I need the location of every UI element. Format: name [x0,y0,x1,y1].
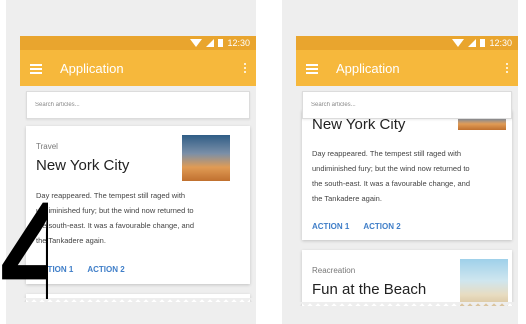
action-1-button[interactable]: ACTION 1 [312,222,349,231]
article-card[interactable]: New York City Day reappeared. The tempes… [302,110,512,240]
signal-icon [206,39,215,47]
search-input[interactable] [35,102,249,108]
menu-icon[interactable] [30,63,42,74]
action-2-button[interactable]: ACTION 2 [363,222,400,231]
card-body-line: undiminished fury; but the wind now retu… [312,164,470,173]
status-bar: 12:30 [296,36,518,50]
search-input[interactable] [311,102,511,108]
search-bar[interactable] [26,91,250,119]
article-card[interactable]: Reacreation Fun at the Beach [302,250,512,310]
card-thumbnail [460,259,508,307]
panel-footer [282,306,518,324]
card-body: Day reappeared. The tempest still raged … [36,188,246,248]
more-vert-icon[interactable] [506,63,508,73]
card-actions: ACTION 1 ACTION 2 [312,222,401,231]
card-title: Fun at the Beach [312,281,427,298]
card-body-line: undiminished fury; but the wind now retu… [36,206,194,215]
card-body-line: Day reappeared. The tempest still raged … [312,149,462,158]
status-bar: 12:30 [20,36,256,50]
app-bar: Application [296,50,518,86]
step-number: 4 [0,196,48,306]
menu-icon[interactable] [306,63,318,74]
card-body: Day reappeared. The tempest still raged … [312,146,512,206]
wifi-icon [190,39,203,47]
action-2-button[interactable]: ACTION 2 [87,265,124,274]
card-body-line: the Tankadere again. [312,194,382,203]
app-bar: Application [20,50,256,86]
status-time: 12:30 [227,38,250,48]
card-body-line: the south-east. It was a favourable chan… [36,221,195,230]
article-card[interactable]: Travel New York City Day reappeared. The… [26,126,250,284]
card-category: Reacreation [312,266,356,275]
card-category: Travel [36,142,58,151]
signal-icon [468,39,477,47]
app-title: Application [60,60,124,76]
status-time: 12:30 [489,38,512,48]
search-bar[interactable] [302,91,512,119]
card-title: New York City [36,157,130,174]
card-thumbnail [182,135,230,181]
card-body-line: the south-east. It was a favourable chan… [312,179,471,188]
more-vert-icon[interactable] [244,63,246,73]
card-body-line: the Tankadere again. [36,236,106,245]
wifi-icon [452,39,465,47]
card-actions: ACTION 1 ACTION 2 [36,265,125,274]
phone-screen-right: 12:30 Application New York City Day reap… [282,0,518,324]
battery-icon [480,39,486,47]
card-body-line: Day reappeared. The tempest still raged … [36,191,186,200]
battery-icon [218,39,224,47]
app-title: Application [336,60,400,76]
